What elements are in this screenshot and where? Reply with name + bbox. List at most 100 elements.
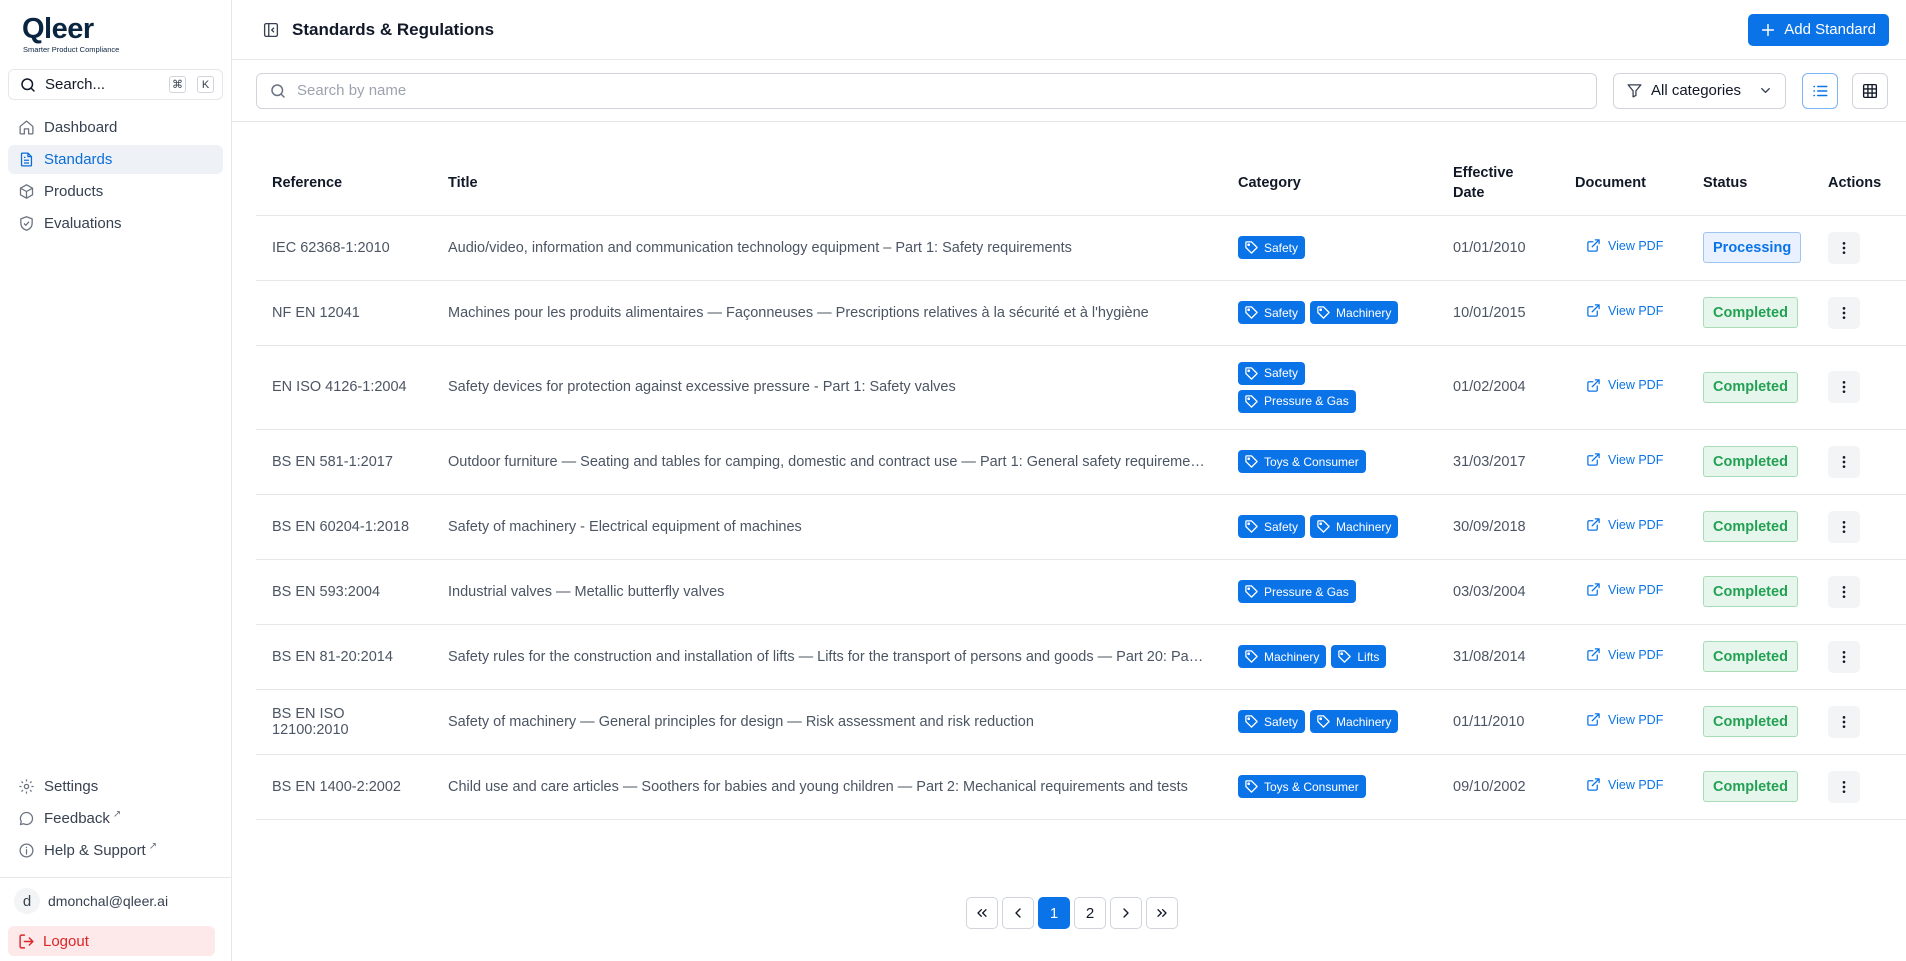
row-actions-button[interactable] [1828,510,1860,543]
sidebar-item-label: Feedback [44,810,110,827]
category-tag: Lifts [1331,645,1387,668]
logo[interactable]: Qleer Smarter Product Compliance [0,0,231,64]
status-badge: Completed [1703,576,1798,607]
sidebar-toggle-icon[interactable] [262,21,280,39]
sidebar-search-label: Search... [45,76,106,93]
view-pdf-link[interactable]: View PDF [1586,517,1663,532]
sidebar-item-products[interactable]: Products [8,177,223,206]
view-pdf-link[interactable]: View PDF [1586,452,1663,467]
row-actions-button[interactable] [1828,231,1860,264]
logout-button[interactable]: Logout [8,926,215,956]
table-row[interactable]: BS EN 593:2004 Industrial valves — Metall… [256,559,1906,625]
row-actions-button[interactable] [1828,296,1860,329]
column-header-category: Category [1222,151,1437,216]
cell-category: Pressure & Gas [1222,559,1437,625]
row-actions-button[interactable] [1828,371,1860,403]
category-tag: Pressure & Gas [1238,580,1356,603]
row-actions-button[interactable] [1828,640,1860,673]
view-pdf-label: View PDF [1608,712,1664,727]
cell-effective-date: 31/08/2014 [1437,624,1559,690]
grid-view-button[interactable] [1852,72,1888,109]
row-actions-button[interactable] [1828,770,1860,803]
category-tag-label: Machinery [1336,305,1392,320]
table-row[interactable]: BS EN ISO 12100:2010 Safety of machinery … [256,689,1906,755]
tag-icon [1245,306,1258,319]
list-view-button[interactable] [1802,72,1838,109]
cell-actions [1812,345,1906,430]
category-tag-label: Pressure & Gas [1264,584,1349,599]
sidebar-item-dashboard[interactable]: Dashboard [8,113,223,142]
view-pdf-link[interactable]: View PDF [1586,777,1663,792]
category-tag: Safety [1238,236,1306,259]
tag-icon [1245,455,1258,468]
category-tag: Safety [1238,301,1306,324]
shortcut-key-k: K [197,76,214,93]
view-pdf-label: View PDF [1608,303,1664,318]
sidebar-item-evaluations[interactable]: Evaluations [8,209,223,238]
cell-actions [1812,494,1906,560]
category-filter-select[interactable]: All categories [1613,72,1786,109]
more-vertical-icon [1842,780,1846,793]
table-row[interactable]: BS EN 1400-2:2002 Child use and care arti… [256,754,1906,820]
view-pdf-link[interactable]: View PDF [1586,238,1663,253]
view-pdf-link[interactable]: View PDF [1586,647,1663,662]
view-pdf-link[interactable]: View PDF [1586,378,1663,393]
view-pdf-label: View PDF [1608,238,1664,253]
first-page-button[interactable] [966,897,998,929]
view-pdf-link[interactable]: View PDF [1586,582,1663,597]
standards-table-container: Reference Title Category Effective Date … [256,151,1906,820]
cell-reference: BS EN 593:2004 [256,559,432,625]
category-tag-label: Safety [1264,240,1299,255]
sidebar-item-standards[interactable]: Standards [8,145,223,174]
row-actions-button[interactable] [1828,575,1860,608]
view-pdf-link[interactable]: View PDF [1586,712,1663,727]
document-icon [20,152,33,167]
status-badge: Completed [1703,641,1798,672]
cell-actions [1812,215,1906,281]
cell-actions [1812,754,1906,820]
category-tag-label: Machinery [1264,649,1320,664]
search-input[interactable] [297,82,1584,99]
cell-category: Safety Machinery [1222,494,1437,560]
category-tag: Toys & Consumer [1238,450,1366,473]
sidebar-search-button[interactable]: Search... ⌘ K [8,69,223,100]
external-link-icon [1587,778,1600,791]
tag-icon [1245,585,1258,598]
cell-status: Completed [1687,345,1812,430]
list-icon [1813,85,1828,96]
filter-icon [1627,84,1642,98]
search-field[interactable] [256,72,1597,109]
category-tag-label: Machinery [1336,519,1392,534]
table-row[interactable]: IEC 62368-1:2010 Audio/video, information… [256,215,1906,281]
page-button-2[interactable]: 2 [1074,897,1106,929]
view-pdf-link[interactable]: View PDF [1586,303,1663,318]
next-page-button[interactable] [1110,897,1142,929]
main-content: Standards & Regulations Add Standard All… [232,0,1906,961]
user-account[interactable]: d dmonchal@qleer.ai [8,886,223,916]
sidebar-nav: Dashboard Standards Products Evaluations [0,113,231,241]
cell-effective-date: 30/09/2018 [1437,494,1559,560]
cell-status: Processing [1687,215,1812,281]
row-actions-button[interactable] [1828,445,1860,478]
cell-status: Completed [1687,689,1812,755]
chevron-right-icon [1123,908,1129,918]
sidebar-item-help-support[interactable]: Help & Support ↗ [8,836,223,865]
cell-title: Audio/video, information and communicati… [432,215,1222,281]
last-page-button[interactable] [1146,897,1178,929]
tag-icon [1245,780,1258,793]
table-row[interactable]: BS EN 60204-1:2018 Safety of machinery - … [256,494,1906,560]
table-row[interactable]: BS EN 81-20:2014 Safety rules for the con… [256,624,1906,690]
previous-page-button[interactable] [1002,897,1034,929]
sidebar-item-feedback[interactable]: Feedback ↗ [8,804,223,833]
sidebar-item-settings[interactable]: Settings [8,772,223,801]
cell-title: Child use and care articles — Soothers f… [432,754,1222,820]
cell-actions [1812,559,1906,625]
tag-icon [1317,520,1330,533]
chevrons-right-icon [1157,909,1167,917]
add-standard-button[interactable]: Add Standard [1748,13,1889,46]
table-row[interactable]: EN ISO 4126-1:2004 Safety devices for pro… [256,345,1906,430]
table-row[interactable]: BS EN 581-1:2017 Outdoor furniture — Seat… [256,429,1906,495]
row-actions-button[interactable] [1828,705,1860,738]
table-row[interactable]: NF EN 12041 Machines pour les produits al… [256,280,1906,346]
page-button-1[interactable]: 1 [1038,897,1070,929]
